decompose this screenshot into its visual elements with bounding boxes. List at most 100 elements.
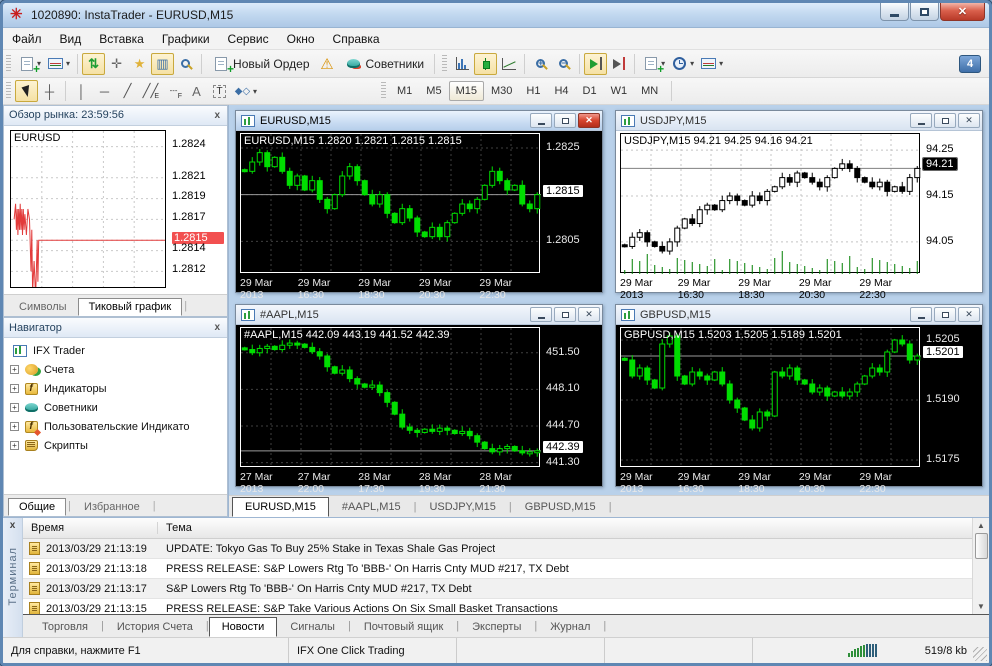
chart-window-titlebar[interactable]: EURUSD,M15 ✕ [236,111,602,131]
menu-item-Окно[interactable]: Окно [278,30,324,48]
chart-canvas[interactable]: USDJPY,M15 94.21 94.25 94.16 94.21 94.25 9… [616,131,982,301]
trendline-button[interactable]: ╱ [116,80,139,102]
timeframe-H4[interactable]: H4 [547,81,575,101]
navigator-item-advisors[interactable]: + Советники [4,398,227,417]
market-watch-tab-tick-chart[interactable]: Тиковый график [77,297,183,316]
news-row[interactable]: 2013/03/29 21:13:18 PRESS RELEASE: S&P Lo… [23,559,972,579]
vertical-line-button[interactable]: │ [70,80,93,102]
chart-restore-button[interactable] [554,307,576,322]
chart-restore-button[interactable] [554,113,576,128]
market-watch-toggle[interactable]: ⇅ [82,52,106,75]
toolbar-grip[interactable] [6,82,11,100]
menu-item-Файл[interactable]: Файл [3,30,51,48]
navigator-root-item[interactable]: IFX Trader [4,341,227,360]
news-row[interactable]: 2013/03/29 21:13:15 PRESS RELEASE: S&P Ta… [23,599,972,614]
expand-icon[interactable]: + [10,441,19,450]
terminal-tab-сигналы[interactable]: Сигналы [277,617,348,637]
tick-chart[interactable]: EURUSD 1.2824 1.2821 1.2819 1.2817 1.2815 1.2… [4,125,227,295]
chart-restore-button[interactable] [934,307,956,322]
profiles-button[interactable]: ▾ [44,53,73,75]
menu-item-Сервис[interactable]: Сервис [219,30,278,48]
market-watch-close-icon[interactable]: x [212,110,222,121]
zoom-in-button[interactable]: + [529,53,552,75]
mdi-tab-gbpusdm15[interactable]: GBPUSD,M15 [512,497,609,517]
expert-advisors-button[interactable]: Советники [339,53,431,75]
menu-item-Справка[interactable]: Справка [324,30,389,48]
timeframe-H1[interactable]: H1 [519,81,547,101]
chart-minimize-button[interactable] [530,307,552,322]
chart-close-button[interactable]: ✕ [578,113,600,128]
terminal-toggle[interactable]: ▥ [151,52,175,75]
chart-minimize-button[interactable] [530,113,552,128]
expand-icon[interactable]: + [10,403,19,412]
scroll-down-icon[interactable]: ▼ [974,599,989,614]
terminal-tab-почтовый-ящик[interactable]: Почтовый ящик [351,617,456,637]
chart-minimize-button[interactable] [910,113,932,128]
market-watch-tab-symbols[interactable]: Символы [8,298,78,316]
terminal-tab-журнал[interactable]: Журнал [537,617,603,637]
terminal-tab-новости[interactable]: Новости [208,617,278,637]
chart-close-button[interactable]: ✕ [578,307,600,322]
navigator-item-indicators[interactable]: + f Индикаторы [4,379,227,398]
menu-item-Графики[interactable]: Графики [153,30,219,48]
mdi-tab-aaplm15[interactable]: #AAPL,M15 [329,497,414,517]
navigator-tab-common[interactable]: Общие [8,498,67,516]
mdi-tab-usdjpym15[interactable]: USDJPY,M15 [416,497,508,517]
expand-icon[interactable]: + [10,422,19,431]
terminal-tab-торговля[interactable]: Торговля [29,617,101,637]
chart-window-titlebar[interactable]: GBPUSD,M15 ✕ [616,305,982,325]
restore-button[interactable] [910,3,939,21]
zoom-out-button[interactable]: − [552,53,575,75]
toolbar-grip[interactable] [381,82,387,100]
chart-canvas[interactable]: EURUSD,M15 1.2820 1.2821 1.2815 1.2815 1.… [236,131,602,301]
data-window-button[interactable]: ✛ [105,53,128,75]
scroll-up-icon[interactable]: ▲ [974,518,989,533]
indicators-button[interactable]: + ▾ [639,53,668,76]
chart-restore-button[interactable] [934,113,956,128]
cursor-tool-button[interactable] [15,80,38,102]
navigator-item-custom-indicators[interactable]: + f Пользовательские Индикато [4,417,227,436]
scrollbar-thumb[interactable] [974,533,988,559]
periods-button[interactable]: ▾ [668,53,697,75]
strategy-tester-button[interactable] [174,53,197,75]
timeframe-MN[interactable]: MN [634,81,665,101]
terminal-tab-история-счета[interactable]: История Счета [104,617,206,637]
bar-chart-button[interactable] [451,53,474,75]
timeframe-M1[interactable]: M1 [390,81,419,101]
toolbar-grip[interactable] [442,54,448,73]
new-order-button[interactable]: + Новый Ордер [206,53,315,76]
horizontal-line-button[interactable]: ─ [93,80,116,102]
timeframe-M15[interactable]: M15 [448,81,484,101]
chart-window-titlebar[interactable]: USDJPY,M15 ✕ [616,111,982,131]
fibonacci-button[interactable]: ┄ F [162,80,185,102]
terminal-tab-эксперты[interactable]: Эксперты [459,617,534,637]
text-tool-button[interactable]: A [185,80,208,102]
resize-grip[interactable] [973,646,987,661]
line-chart-button[interactable] [497,53,520,75]
new-chart-button[interactable]: + ▾ [15,53,44,76]
navigator-tab-favorites[interactable]: Избранное [73,498,151,516]
text-label-button[interactable]: T [208,80,231,102]
close-button[interactable]: ✕ [940,3,985,21]
chart-canvas[interactable]: GBPUSD,M15 1.5203 1.5205 1.5189 1.5201 1.… [616,325,982,495]
column-header-time[interactable]: Время [23,522,158,534]
navigator-toggle[interactable]: ★ [128,53,151,75]
metaeditor-button[interactable]: ⚠ [316,53,339,75]
timeframe-M5[interactable]: M5 [419,81,448,101]
templates-button[interactable]: ▾ [697,53,726,75]
expand-icon[interactable]: + [10,384,19,393]
chart-window-titlebar[interactable]: #AAPL,M15 ✕ [236,305,602,325]
news-row[interactable]: 2013/03/29 21:13:17 S&P Lowers Rtg To 'BB… [23,579,972,599]
candlestick-chart-button[interactable] [474,52,498,75]
navigator-close-icon[interactable]: x [212,322,222,333]
minimize-button[interactable] [880,3,909,21]
notifications-badge[interactable]: 4 [959,54,981,73]
channel-button[interactable]: ╱╱ E [139,80,162,102]
chart-minimize-button[interactable] [910,307,932,322]
chart-close-button[interactable]: ✕ [958,113,980,128]
toolbar-grip[interactable] [6,54,11,73]
navigator-item-accounts[interactable]: + Счета [4,360,227,379]
timeframe-M30[interactable]: M30 [484,81,519,101]
terminal-close-icon[interactable]: x [10,518,16,533]
timeframe-D1[interactable]: D1 [576,81,604,101]
